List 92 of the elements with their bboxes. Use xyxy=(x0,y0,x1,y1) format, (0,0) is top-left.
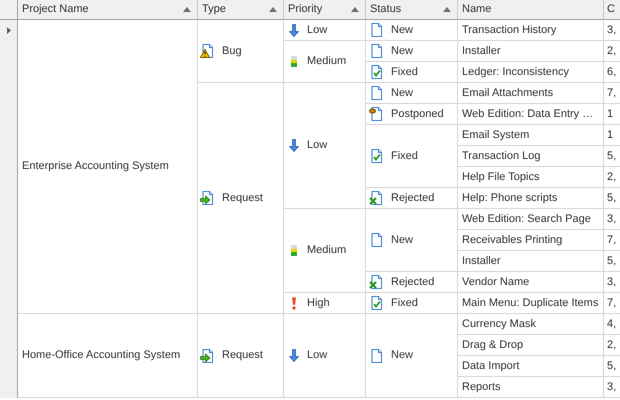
table-cell: Installer xyxy=(458,251,604,272)
current-row-arrow-icon xyxy=(6,27,10,34)
table-cell: 1 xyxy=(604,125,620,146)
table-cell: Ledger: Inconsistency xyxy=(458,62,604,83)
checked-document-icon xyxy=(369,64,385,80)
table-cell: 7, xyxy=(604,83,620,104)
table-cell: 1 xyxy=(604,104,620,125)
row-indicator[interactable] xyxy=(0,20,18,41)
down-arrow-icon xyxy=(289,139,299,152)
status-text: New xyxy=(391,44,414,59)
document-icon xyxy=(369,85,385,101)
arrow-document-icon xyxy=(200,190,216,206)
table-cell: Drag & Drop xyxy=(458,335,604,356)
column-header[interactable]: Status xyxy=(366,0,458,20)
table-cell: Help: Phone scripts xyxy=(458,188,604,209)
table-cell: Currency Mask xyxy=(458,314,604,335)
column-header[interactable]: C xyxy=(604,0,620,20)
table-cell: 4, xyxy=(604,314,620,335)
warning-document-icon xyxy=(200,43,216,59)
sort-ascending-icon xyxy=(269,7,277,12)
priority-text: Medium xyxy=(307,54,346,70)
status-text: Fixed xyxy=(391,64,418,80)
status-text: Fixed xyxy=(391,148,418,164)
table-cell: 5, xyxy=(604,188,620,209)
status-text: New xyxy=(391,348,414,364)
table-cell: 3, xyxy=(604,20,620,41)
table-cell: 6, xyxy=(604,62,620,83)
header-corner xyxy=(0,0,18,20)
table-cell: Enterprise Accounting System xyxy=(18,20,198,314)
priority-text: High xyxy=(307,296,330,311)
column-header[interactable]: Project Name xyxy=(18,0,198,20)
status-text: Fixed xyxy=(391,296,418,311)
table-cell: 5, xyxy=(604,146,620,167)
checked-document-icon xyxy=(369,148,385,164)
table-cell: Main Menu: Duplicate Items xyxy=(458,293,604,314)
postponed-document-icon xyxy=(369,106,385,122)
table-cell: Email System xyxy=(458,125,604,146)
document-icon xyxy=(369,348,385,364)
exclamation-icon xyxy=(291,296,297,310)
level-bar-icon xyxy=(291,245,297,256)
table-cell: Installer xyxy=(458,41,604,62)
sort-ascending-icon xyxy=(351,7,359,12)
table-cell: Help File Topics xyxy=(458,167,604,188)
checked-document-icon xyxy=(369,295,385,311)
table-cell: 3, xyxy=(604,272,620,293)
table-cell: 5, xyxy=(604,251,620,272)
table-cell: Home-Office Accounting System xyxy=(18,314,198,398)
table-cell: Web Edition: Data Entry … xyxy=(458,104,604,125)
column-header[interactable]: Priority xyxy=(284,0,366,20)
status-text: Rejected xyxy=(391,190,434,206)
table-cell: 2, xyxy=(604,335,620,356)
type-text: Bug xyxy=(222,44,242,59)
table-cell: 3, xyxy=(604,209,620,230)
status-text: New xyxy=(391,22,414,38)
table-cell: 2, xyxy=(604,41,620,62)
document-icon xyxy=(369,232,385,248)
table-cell: Data Import xyxy=(458,356,604,377)
status-text: Postponed xyxy=(391,106,444,122)
priority-text: Low xyxy=(307,348,328,364)
table-cell: 7, xyxy=(604,293,620,314)
table-cell: 2, xyxy=(604,167,620,188)
table-cell: 5, xyxy=(604,356,620,377)
sort-ascending-icon xyxy=(443,7,451,12)
priority-text: Low xyxy=(307,138,328,154)
status-text: New xyxy=(391,232,414,248)
document-icon xyxy=(369,22,385,38)
priority-text: Low xyxy=(307,22,328,38)
table-cell: Email Attachments xyxy=(458,83,604,104)
arrow-document-icon xyxy=(200,348,216,364)
column-header[interactable]: Type xyxy=(198,0,284,20)
document-icon xyxy=(369,43,385,59)
type-text: Request xyxy=(222,348,263,364)
row-indicator[interactable] xyxy=(0,377,18,398)
table-cell: 3, xyxy=(604,377,620,398)
table-cell: 7, xyxy=(604,230,620,251)
priority-text: Medium xyxy=(307,243,346,258)
table-cell: Transaction Log xyxy=(458,146,604,167)
table-cell: Transaction History xyxy=(458,20,604,41)
sort-ascending-icon xyxy=(183,7,191,12)
status-text: Rejected xyxy=(391,274,434,290)
status-text: New xyxy=(391,86,414,101)
column-header[interactable]: Name xyxy=(458,0,604,20)
down-arrow-icon xyxy=(289,349,299,362)
rejected-document-icon xyxy=(369,190,385,206)
rejected-document-icon xyxy=(369,274,385,290)
down-arrow-icon xyxy=(289,24,299,36)
table-cell: Reports xyxy=(458,377,604,398)
type-text: Request xyxy=(222,190,263,206)
level-bar-icon xyxy=(291,56,297,67)
table-cell: Web Edition: Search Page xyxy=(458,209,604,230)
table-cell: Vendor Name xyxy=(458,272,604,293)
table-cell: Receivables Printing xyxy=(458,230,604,251)
